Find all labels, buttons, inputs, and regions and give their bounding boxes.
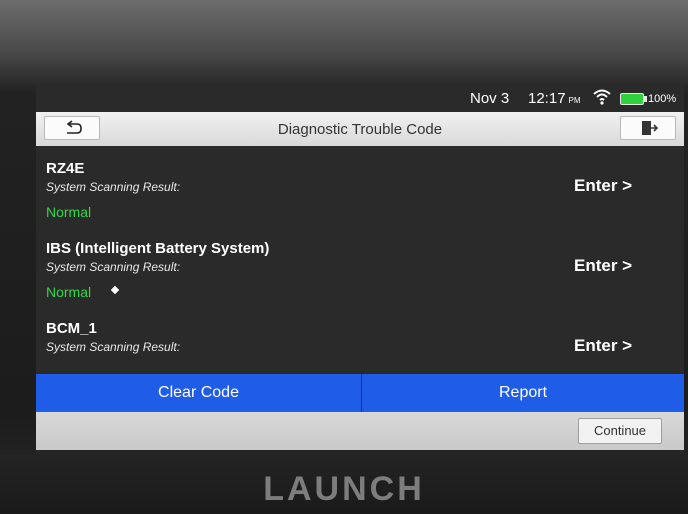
action-bar: Clear Code Report: [36, 374, 684, 412]
title-bar: Diagnostic Trouble Code: [36, 112, 684, 146]
enter-button[interactable]: Enter >: [574, 336, 632, 356]
report-button[interactable]: Report: [362, 374, 684, 412]
clear-code-button[interactable]: Clear Code: [36, 374, 362, 412]
cursor-mark-icon: [110, 285, 120, 295]
exit-button[interactable]: [620, 116, 676, 140]
status-time-value: 12:17: [528, 90, 566, 107]
status-ampm: PM: [568, 96, 581, 105]
scan-result-label: System Scanning Result:: [46, 180, 181, 194]
footer-bar: Continue: [36, 412, 684, 450]
scan-result-label: System Scanning Result:: [46, 260, 181, 274]
list-item: BCM_1 System Scanning Result: Enter >: [36, 306, 684, 372]
scan-status: Normal: [46, 204, 92, 220]
page-title: Diagnostic Trouble Code: [277, 121, 443, 138]
wifi-icon: [592, 88, 612, 106]
brand-logo: LAUNCH: [263, 470, 425, 508]
system-name: RZ4E: [46, 160, 85, 177]
status-date: Nov 3: [470, 90, 510, 107]
list-item: RZ4E System Scanning Result: Normal Ente…: [36, 146, 684, 226]
battery-percent: 100%: [648, 93, 677, 105]
screen: Nov 3 12:17 PM 100% Diagnostic Trouble C…: [36, 84, 684, 456]
tablet-device: Nov 3 12:17 PM 100% Diagnostic Trouble C…: [0, 0, 688, 514]
system-name: IBS (Intelligent Battery System): [46, 240, 270, 257]
enter-button[interactable]: Enter >: [574, 176, 632, 196]
battery-icon: [620, 93, 647, 105]
system-name: BCM_1: [46, 320, 97, 337]
enter-button[interactable]: Enter >: [574, 256, 632, 276]
scan-result-label: System Scanning Result:: [46, 340, 181, 354]
continue-button[interactable]: Continue: [578, 418, 662, 444]
status-time: 12:17 PM: [528, 90, 581, 107]
system-list: RZ4E System Scanning Result: Normal Ente…: [36, 146, 684, 372]
status-bar: Nov 3 12:17 PM 100%: [36, 84, 684, 112]
list-item: IBS (Intelligent Battery System) System …: [36, 226, 684, 306]
scan-status: Normal: [46, 284, 92, 300]
exit-icon: [642, 121, 659, 135]
